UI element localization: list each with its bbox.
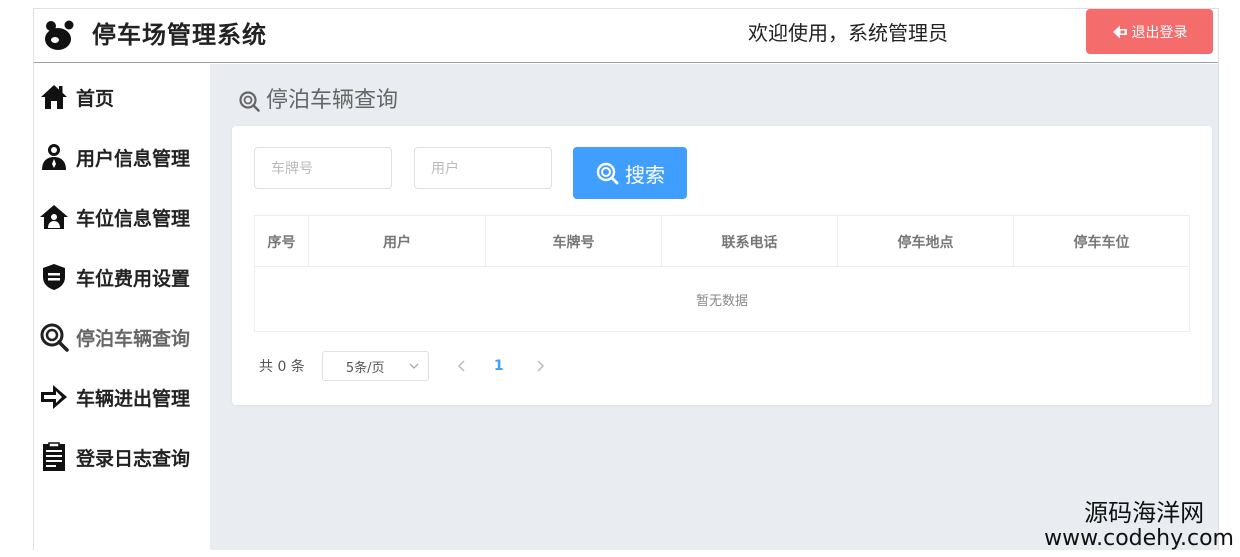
column-header-phone[interactable]: 联系电话 <box>662 216 838 267</box>
sidebar-item-fee-settings[interactable]: 车位费用设置 <box>34 257 210 297</box>
logout-label: 退出登录 <box>1131 24 1188 41</box>
welcome-text: 欢迎使用，系统管理员 <box>748 21 948 45</box>
column-header-location[interactable]: 停车地点 <box>838 216 1014 267</box>
column-header-index[interactable]: 序号 <box>255 216 309 267</box>
search-button-label: 搜索 <box>625 162 665 187</box>
app-title: 停车场管理系统 <box>92 21 267 49</box>
watermark-line1: 源码海洋网 <box>1084 499 1205 527</box>
page-size-value: 5条/页 <box>345 360 385 376</box>
chevron-down-icon <box>409 363 419 369</box>
sidebar-item-space-management[interactable]: 车位信息管理 <box>34 197 210 237</box>
page-title-text: 停泊车辆查询 <box>266 88 399 113</box>
sidebar-item-label: 车辆进出管理 <box>76 387 191 410</box>
search-button[interactable]: 搜索 <box>573 147 687 199</box>
chevron-left-icon <box>457 360 465 372</box>
sidebar: 首页 用户信息管理 车位信息管理 车位费用设置 停泊车辆查询 车辆进出管理 登录… <box>34 64 210 550</box>
page-size-select[interactable]: 5条/页 <box>321 351 429 381</box>
search-icon <box>596 162 619 185</box>
sidebar-item-label: 首页 <box>76 87 115 110</box>
column-header-user[interactable]: 用户 <box>309 216 486 267</box>
page-title: 停泊车辆查询 <box>238 86 398 116</box>
plate-number-input[interactable]: 车牌号 <box>254 147 392 189</box>
user-input[interactable]: 用户 <box>414 147 552 189</box>
column-header-plate[interactable]: 车牌号 <box>486 216 662 267</box>
shield-icon <box>43 264 65 290</box>
sidebar-item-label: 登录日志查询 <box>76 447 191 470</box>
pagination-total: 共 0 条 <box>259 359 305 375</box>
sidebar-item-label: 车位信息管理 <box>76 207 191 230</box>
sidebar-item-parked-vehicle-query[interactable]: 停泊车辆查询 <box>34 317 210 357</box>
sidebar-item-label: 用户信息管理 <box>76 147 191 170</box>
query-card: 车牌号 用户 搜索 序号 用户 车牌号 联系电话 停车地点 停车车位 暂无数据 … <box>232 126 1212 405</box>
search-icon <box>239 91 260 112</box>
house-icon <box>40 205 68 229</box>
column-header-space[interactable]: 停车车位 <box>1014 216 1189 267</box>
sidebar-item-label: 停泊车辆查询 <box>76 327 191 350</box>
next-page-button[interactable] <box>530 356 550 376</box>
header: 停车场管理系统 欢迎使用，系统管理员 退出登录 <box>34 9 1218 63</box>
document-icon <box>43 442 65 471</box>
logo-icon <box>45 20 74 50</box>
empty-state-text: 暂无数据 <box>695 293 748 309</box>
user-icon <box>42 144 66 170</box>
watermark: 源码海洋网 www.codehy.com <box>1044 500 1234 552</box>
search-icon <box>40 323 69 352</box>
sidebar-item-login-log[interactable]: 登录日志查询 <box>34 437 210 477</box>
arrow-right-icon <box>41 385 67 409</box>
logout-icon <box>1112 25 1127 38</box>
table-header: 序号 用户 车牌号 联系电话 停车地点 停车车位 <box>255 216 1189 267</box>
watermark-line2: www.codehy.com <box>1044 526 1234 551</box>
sidebar-item-label: 车位费用设置 <box>76 267 191 290</box>
main-content: 停泊车辆查询 车牌号 用户 搜索 序号 用户 车牌号 联系电话 停车地点 停车车… <box>210 64 1218 550</box>
chevron-right-icon <box>537 360 544 372</box>
app-window: 停车场管理系统 欢迎使用，系统管理员 退出登录 首页 用户信息管理 车位信息管理… <box>33 8 1219 550</box>
pagination: 共 0 条 5条/页 1 <box>259 351 550 381</box>
sidebar-item-home[interactable]: 首页 <box>34 77 210 117</box>
page-number-current[interactable]: 1 <box>494 358 504 374</box>
prev-page-button[interactable] <box>452 356 472 376</box>
parked-vehicles-table: 序号 用户 车牌号 联系电话 停车地点 停车车位 暂无数据 <box>254 215 1190 332</box>
sidebar-item-vehicle-in-out[interactable]: 车辆进出管理 <box>34 377 210 417</box>
sidebar-item-user-management[interactable]: 用户信息管理 <box>34 137 210 177</box>
logout-button[interactable]: 退出登录 <box>1086 9 1213 54</box>
home-icon <box>41 85 67 109</box>
